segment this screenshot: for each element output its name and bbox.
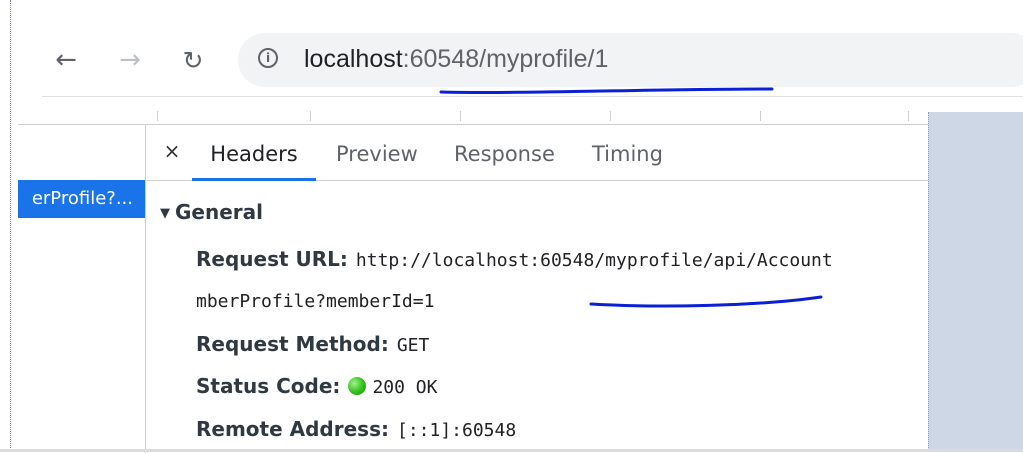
side-background [928, 112, 1023, 452]
header-value: 200 OK [372, 377, 438, 398]
tab-response[interactable]: Response [454, 125, 555, 180]
header-row-request-method: Request Method: GET [196, 330, 429, 360]
ruler-tick [908, 111, 909, 121]
request-list: erProfile?... [18, 125, 146, 453]
request-list-header [18, 125, 145, 181]
header-key: Request Method: [196, 332, 389, 356]
header-row-request-url-continued: mberProfile?memberId=1 [196, 287, 434, 316]
header-key: Status Code: [196, 374, 341, 398]
header-value: GET [396, 335, 430, 356]
back-icon[interactable]: ← [48, 42, 84, 78]
devtools-panel: erProfile?... × Headers Preview Response… [18, 124, 928, 453]
header-key: Remote Address: [196, 417, 389, 441]
tab-headers[interactable]: Headers [192, 125, 316, 181]
ruler-tick [310, 111, 311, 121]
browser-toolbar: ← → ↻ i localhost:60548/myprofile/1 [0, 0, 1023, 452]
tab-timing[interactable]: Timing [592, 125, 663, 180]
reload-icon[interactable]: ↻ [175, 42, 211, 78]
request-name: erProfile?... [31, 188, 133, 209]
info-icon[interactable]: i [258, 48, 278, 68]
header-row-request-url: Request URL: http://localhost:60548/mypro… [196, 245, 833, 275]
status-ok-icon [348, 377, 367, 395]
header-value: [::1]:60548 [396, 420, 517, 441]
address-bar[interactable]: i localhost:60548/myprofile/1 [238, 33, 1023, 87]
expand-triangle-icon: ▼ [160, 206, 170, 221]
ruler-tick [610, 111, 611, 121]
header-row-status-code: Status Code: 200 OK [196, 372, 437, 402]
request-list-item[interactable]: erProfile?... [18, 180, 145, 218]
detail-tabbar: × Headers Preview Response Timing [146, 125, 928, 181]
header-row-remote-address: Remote Address: [::1]:60548 [196, 415, 516, 445]
ruler-tick [157, 111, 158, 121]
forward-icon[interactable]: → [112, 42, 148, 78]
general-section-toggle[interactable]: ▼ General [160, 200, 263, 224]
ruler-tick [460, 111, 461, 121]
url-path: :60548/myprofile/1 [402, 45, 609, 73]
request-detail-pane: × Headers Preview Response Timing ▼ Gener… [146, 125, 928, 453]
window-edge [10, 0, 11, 452]
header-value: http://localhost:60548/myprofile/api/Acc… [355, 250, 833, 271]
header-value: mberProfile?memberId=1 [196, 291, 435, 312]
section-title: General [175, 200, 263, 224]
ruler-tick [760, 111, 761, 121]
close-icon[interactable]: × [160, 139, 184, 163]
header-key: Request URL: [196, 247, 348, 271]
tab-preview[interactable]: Preview [336, 125, 418, 180]
timeline-ruler [42, 96, 1023, 121]
address-url[interactable]: localhost:60548/myprofile/1 [304, 44, 608, 74]
url-host: localhost [304, 45, 403, 73]
